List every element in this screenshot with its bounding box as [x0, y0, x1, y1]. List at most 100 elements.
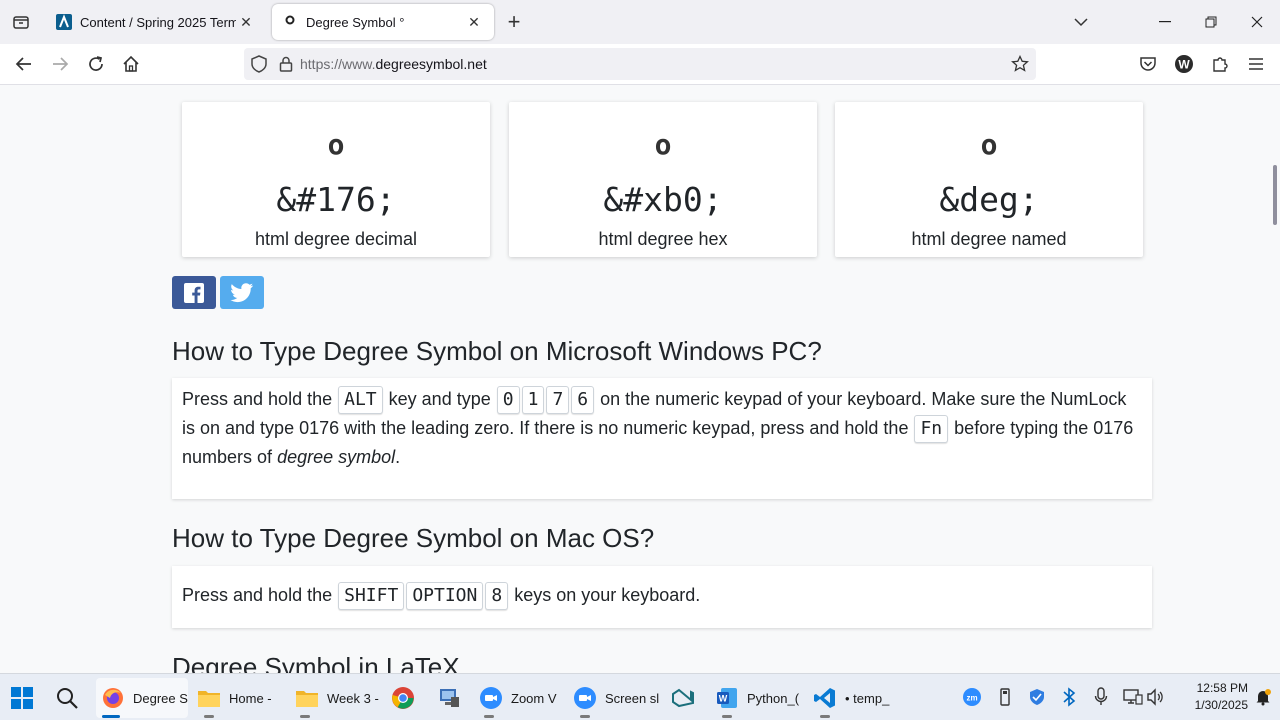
- defender-shield-icon[interactable]: [1026, 686, 1048, 708]
- account-w-icon[interactable]: W: [1168, 48, 1200, 80]
- tab-title: Content / Spring 2025 Term Pyt: [80, 14, 236, 30]
- card-label: html degree decimal: [254, 229, 418, 249]
- taskbar-zoom-video[interactable]: Zoom V: [478, 678, 557, 718]
- degree-favicon-icon: [282, 14, 298, 30]
- zoom-icon: [572, 685, 598, 711]
- network-display-icon[interactable]: [1122, 686, 1144, 708]
- bluetooth-icon[interactable]: [1058, 686, 1080, 708]
- zoom-tray-icon[interactable]: zm: [961, 686, 983, 708]
- taskbar-word-python[interactable]: W Python_(: [714, 678, 799, 718]
- web-page-content: o &#176; html degree decimal o &#xb0; ht…: [0, 85, 1270, 673]
- taskbar-vscode[interactable]: • temp_: [812, 678, 889, 718]
- url-text[interactable]: https://www.degreesymbol.net: [300, 56, 487, 72]
- bookmark-star-icon[interactable]: [1010, 54, 1030, 74]
- svg-text:W: W: [1178, 58, 1190, 72]
- taskbar-label: • temp_: [845, 690, 890, 706]
- taskbar-file-explorer-week3[interactable]: Week 3 -: [294, 678, 379, 718]
- pocket-icon[interactable]: [1132, 48, 1164, 80]
- close-tab-icon[interactable]: ✕: [236, 12, 256, 32]
- new-tab-button[interactable]: +: [500, 8, 528, 36]
- instruction-line: Press and hold the ALT key and type 0176…: [182, 385, 1142, 414]
- chrome-icon: [390, 685, 416, 711]
- notification-bell-icon[interactable]: [1252, 686, 1274, 708]
- firefox-icon: [100, 685, 126, 711]
- windows-instructions-box: Press and hold the ALT key and type 0176…: [172, 378, 1152, 499]
- twitter-share-button[interactable]: [220, 276, 264, 309]
- html-code-text: &#176;: [276, 180, 396, 219]
- windows-taskbar: Degree S Home - Week 3 - Zoom V Screen s…: [0, 673, 1280, 720]
- svg-text:W: W: [719, 694, 728, 704]
- taskbar-chrome[interactable]: [390, 678, 423, 718]
- network-computer-icon: [436, 685, 462, 711]
- twitter-bird-icon: [230, 282, 253, 302]
- extensions-puzzle-icon[interactable]: [1204, 48, 1236, 80]
- system-clock[interactable]: 12:58 PM 1/30/2025: [1168, 680, 1248, 714]
- text: before typing the 0176: [954, 418, 1134, 438]
- clock-date: 1/30/2025: [1194, 698, 1248, 712]
- app-indicator: [722, 715, 732, 718]
- app-indicator: [300, 715, 310, 718]
- emphasis-text: degree symbol: [277, 447, 396, 467]
- text: is on and type 0176 with the leading zer…: [182, 418, 909, 438]
- facebook-share-button[interactable]: [172, 276, 216, 309]
- folder-icon: [196, 685, 222, 711]
- key-6: 6: [571, 386, 595, 414]
- taskbar-firefox[interactable]: Degree S: [96, 678, 188, 718]
- degree-symbol-glyph: o: [980, 128, 998, 161]
- section-heading-windows: How to Type Degree Symbol on Microsoft W…: [172, 336, 822, 366]
- taskbar-label: Degree S: [133, 690, 188, 706]
- d2l-favicon-icon: [56, 14, 72, 30]
- text: on the numeric keypad of your keyboard. …: [600, 389, 1127, 409]
- mac-instructions-box: Press and hold the SHIFT OPTION 8 keys on …: [172, 566, 1152, 628]
- app-indicator: [204, 715, 214, 718]
- key-shift: SHIFT: [338, 582, 405, 610]
- address-bar[interactable]: https://www.degreesymbol.net: [244, 48, 1036, 80]
- taskbar-label: Zoom V: [511, 690, 557, 706]
- close-tab-icon[interactable]: ✕: [464, 12, 484, 32]
- restore-button[interactable]: [1188, 0, 1234, 44]
- list-all-tabs-icon[interactable]: [0, 0, 42, 44]
- visual-studio-icon: [670, 685, 696, 711]
- key-option: OPTION: [406, 582, 484, 610]
- folder-icon: [294, 685, 320, 711]
- start-button[interactable]: [10, 678, 34, 718]
- svg-text:zm: zm: [966, 694, 977, 703]
- tab-content-spring[interactable]: Content / Spring 2025 Term Pyt ✕: [46, 4, 266, 40]
- card-label: html degree named: [911, 229, 1067, 249]
- html-code-text: &#xb0;: [603, 180, 723, 219]
- home-icon[interactable]: [115, 48, 147, 80]
- key-0: 0: [496, 386, 520, 414]
- vertical-scrollbar[interactable]: [1270, 85, 1280, 673]
- taskbar-label: Python_(: [747, 690, 800, 706]
- microphone-icon[interactable]: [1090, 686, 1112, 708]
- tab-degree-symbol[interactable]: Degree Symbol ° ✕: [272, 4, 494, 40]
- reload-icon[interactable]: [80, 48, 112, 80]
- app-indicator: [580, 715, 590, 718]
- taskbar-zoom-screen-share[interactable]: Screen sl: [572, 678, 659, 718]
- hamburger-menu-icon[interactable]: [1240, 48, 1272, 80]
- text: key and type: [388, 389, 491, 409]
- close-window-button[interactable]: [1234, 0, 1280, 44]
- facebook-icon: [184, 282, 204, 303]
- forward-arrow-icon[interactable]: [44, 48, 76, 80]
- taskbar-file-explorer-home[interactable]: Home -: [196, 678, 272, 718]
- taskbar-network-app[interactable]: [436, 678, 469, 718]
- tracking-protection-shield-icon[interactable]: [244, 48, 274, 80]
- usb-device-icon[interactable]: [994, 686, 1016, 708]
- key-8: 8: [485, 582, 509, 610]
- scrollbar-thumb[interactable]: [1273, 165, 1277, 225]
- key-alt: ALT: [338, 386, 383, 414]
- back-arrow-icon[interactable]: [8, 48, 40, 80]
- search-button[interactable]: [55, 678, 79, 718]
- degree-code-card-hex: o &#xb0; html degree hex: [509, 102, 817, 257]
- taskbar-label: Screen sl: [605, 690, 660, 706]
- minimize-button[interactable]: [1142, 0, 1188, 44]
- tab-title: Degree Symbol °: [306, 14, 405, 30]
- url-prefix: https://www.: [300, 56, 376, 72]
- vscode-icon: [812, 685, 838, 711]
- taskbar-visual-studio[interactable]: [670, 678, 703, 718]
- chevron-down-icon[interactable]: [1058, 0, 1104, 44]
- volume-speaker-icon[interactable]: [1144, 686, 1166, 708]
- key-1: 1: [521, 386, 545, 414]
- lock-icon[interactable]: [274, 48, 298, 80]
